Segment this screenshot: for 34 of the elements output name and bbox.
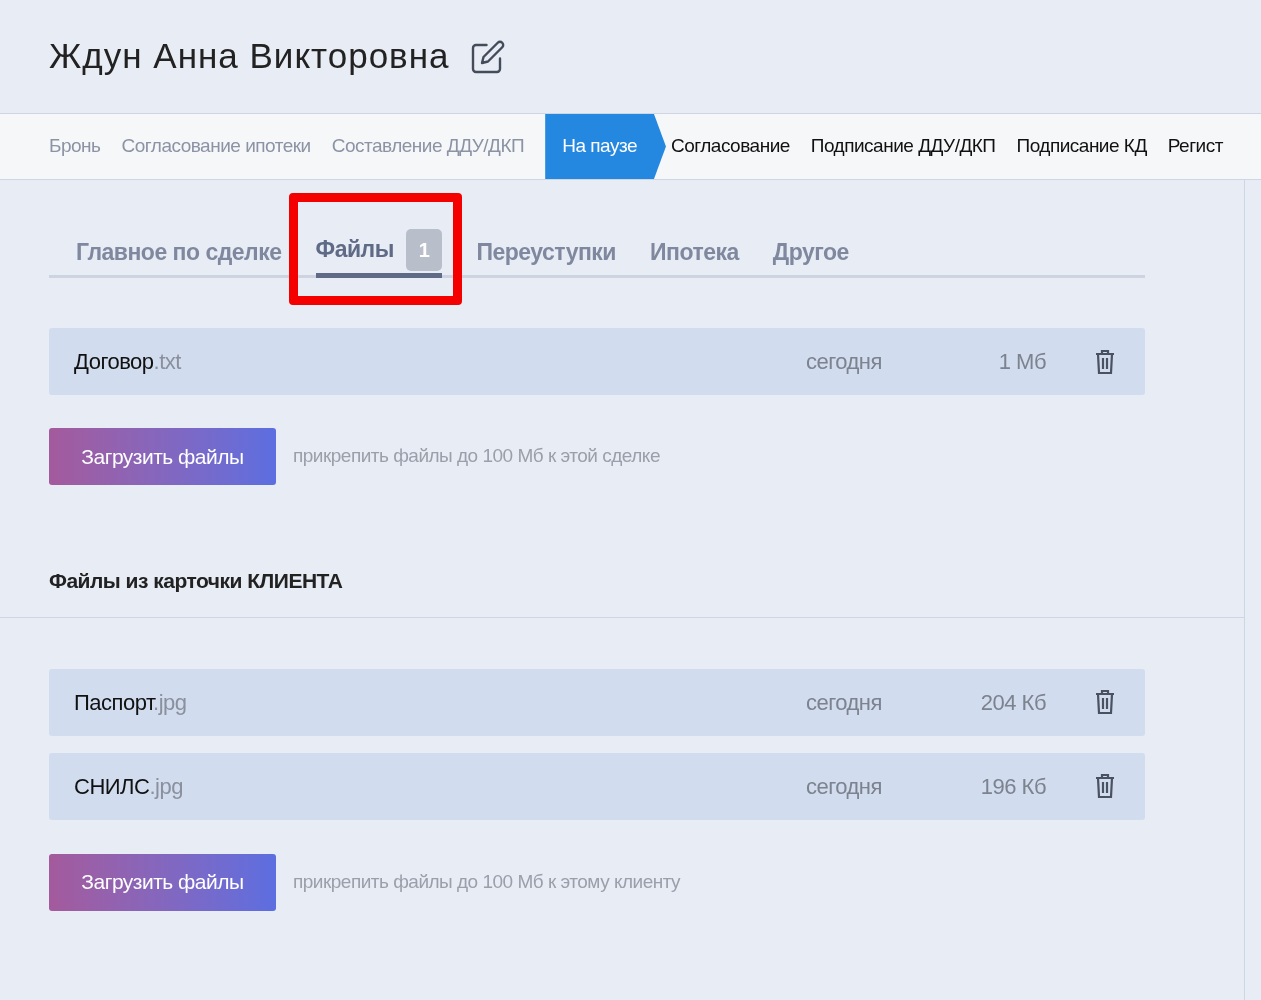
stage-step[interactable]: Подписание КД (1016, 114, 1147, 179)
file-row[interactable]: СНИЛС.jpg сегодня 196 Кб (49, 752, 1145, 820)
upload-hint: прикрепить файлы до 100 Мб к этой сделке (293, 444, 660, 469)
file-date: сегодня (806, 688, 883, 717)
file-name: СНИЛС.jpg (74, 772, 184, 801)
stage-step[interactable]: Согласование ипотеки (121, 114, 311, 179)
file-name: Договор.txt (74, 348, 183, 376)
file-date: сегодня (806, 348, 883, 376)
file-row[interactable]: Договор.txt сегодня 1 Мб (49, 328, 1145, 395)
file-name: Паспорт.jpg (74, 688, 188, 717)
upload-hint: прикрепить файлы до 100 Мб к этому клиенту (293, 869, 681, 894)
stage-step[interactable]: Составление ДДУ/ДКП (331, 114, 525, 179)
file-date: сегодня (806, 772, 883, 801)
file-size: 196 Кб (979, 772, 1046, 801)
stage-step[interactable]: Согласование (670, 114, 790, 179)
tab[interactable]: Переуступки (476, 226, 616, 278)
upload-button[interactable]: Загрузить файлы (49, 853, 276, 911)
file-row[interactable]: Паспорт.jpg сегодня 204 Кб (49, 668, 1145, 736)
page-title: Ждун Анна Викторовна (49, 35, 450, 78)
tab[interactable]: Файлы 1 (315, 226, 443, 278)
upload-button[interactable]: Загрузить файлы (49, 428, 276, 485)
stage-step[interactable]: Подписание ДДУ/ДКП (810, 114, 996, 179)
trash-icon[interactable] (1094, 348, 1116, 375)
tab[interactable]: Ипотека (650, 226, 739, 278)
file-size: 204 Кб (979, 688, 1046, 717)
section-heading: Файлы из карточки КЛИЕНТА (49, 568, 344, 594)
trash-icon[interactable] (1094, 773, 1116, 799)
trash-icon[interactable] (1094, 689, 1116, 715)
tab[interactable]: Главное по сделке (76, 226, 282, 278)
file-size: 1 Мб (997, 348, 1046, 376)
tab[interactable]: Другое (772, 226, 849, 278)
stage-step[interactable]: Регист (1167, 114, 1223, 179)
stage-step[interactable]: Бронь (49, 114, 101, 179)
count-badge: 1 (405, 228, 443, 271)
